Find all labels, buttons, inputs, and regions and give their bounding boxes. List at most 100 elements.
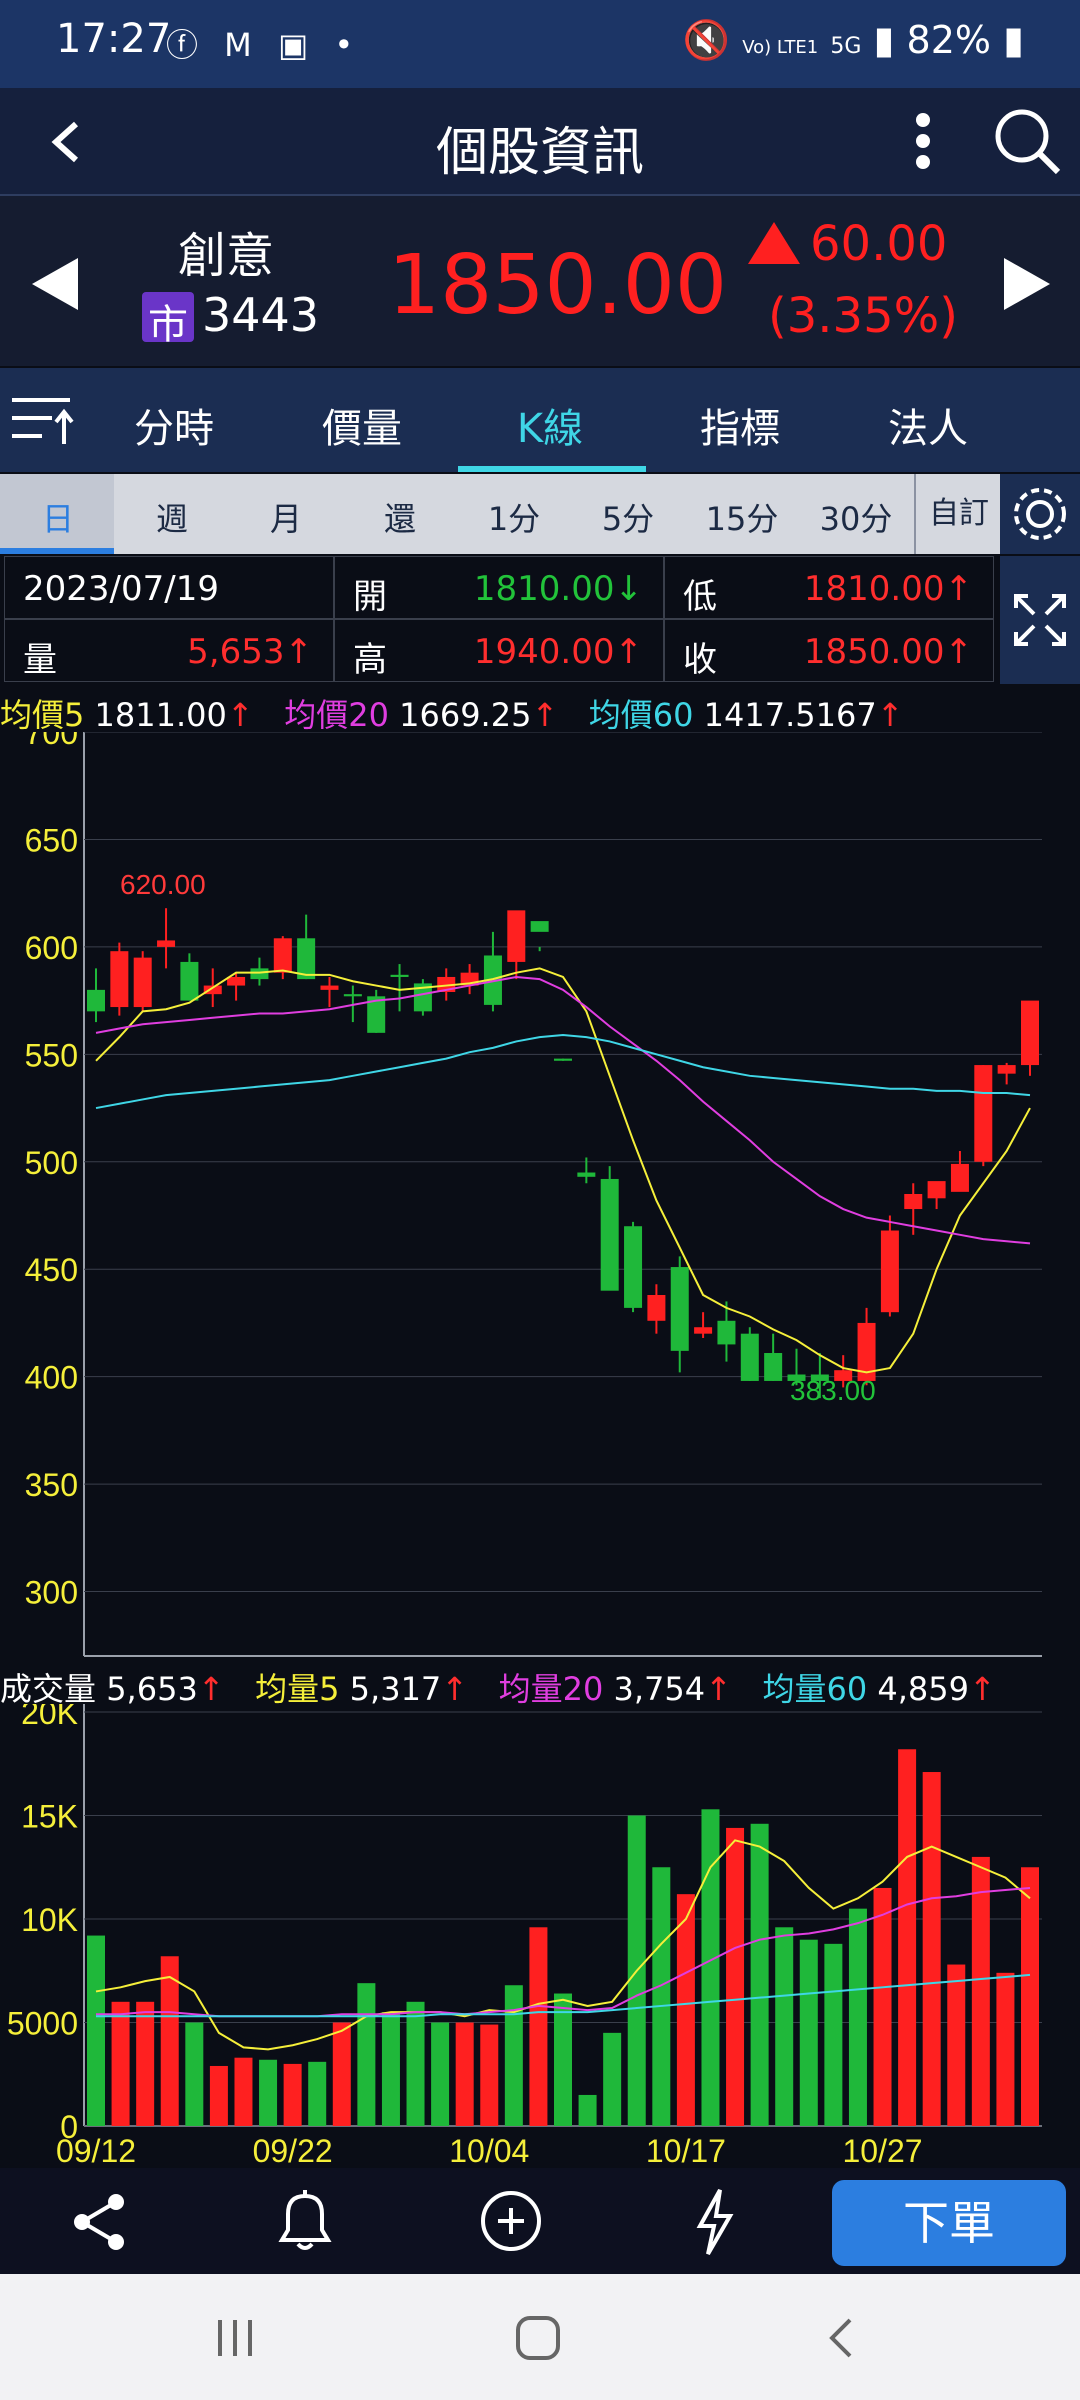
- ma20-line: [95, 975, 1031, 1245]
- candle-body: [764, 1353, 783, 1381]
- candle-body: [717, 1320, 736, 1345]
- share-icon[interactable]: [68, 2190, 132, 2254]
- candle-body: [273, 938, 292, 973]
- ma5-value: 1811.00: [94, 696, 227, 734]
- price-chart[interactable]: 700 650 600 550 500 450 400 350 300 620.00 383.00: [0, 732, 1080, 1660]
- volume-tick-label: 20K: [21, 1704, 78, 1731]
- date-label: 10/27: [842, 2133, 922, 2168]
- period-month[interactable]: 月: [230, 494, 342, 540]
- volume-bar: [357, 1983, 376, 2126]
- vma5-label: 均量5: [255, 1670, 340, 1708]
- candle-body: [997, 1065, 1016, 1074]
- volume-bar: [578, 2094, 597, 2126]
- volume-tick-label: 15K: [21, 1799, 78, 1835]
- open-value: 1810.00↓: [473, 569, 643, 609]
- candle-body: [390, 974, 409, 977]
- date-label: 09/12: [56, 2133, 136, 2168]
- candle-body: [950, 1163, 969, 1192]
- back-nav-icon[interactable]: [820, 2314, 864, 2362]
- volume-current: 5,653: [106, 1670, 198, 1708]
- mute-icon: 🔇: [682, 18, 731, 62]
- tab-institutional[interactable]: 法人: [848, 396, 1008, 454]
- vma20-label: 均量20: [498, 1670, 604, 1708]
- ma20-label: 均價20: [284, 696, 389, 734]
- ma60-label: 均價60: [588, 696, 694, 734]
- period-day[interactable]: 日: [2, 494, 114, 540]
- tab-price-volume[interactable]: 價量: [282, 396, 442, 454]
- volume-value: 5,653↑: [187, 632, 313, 672]
- network-label: Vo) LTE1: [742, 37, 819, 58]
- home-icon[interactable]: [512, 2312, 564, 2364]
- settings-gear-icon[interactable]: [1000, 474, 1080, 554]
- tab-indicators[interactable]: 指標: [660, 396, 820, 454]
- period-30min[interactable]: 30分: [800, 494, 912, 540]
- period-selector: 日 週 月 還 1分 5分 15分 30分 自訂: [0, 474, 1000, 554]
- price-tick-label: 300: [25, 1575, 78, 1611]
- candle-body: [880, 1230, 899, 1313]
- high-label: 高: [353, 640, 387, 680]
- candle-body: [157, 940, 176, 947]
- volume-bar: [504, 1985, 523, 2126]
- market-badge: 市: [142, 292, 194, 348]
- date-label: 10/17: [646, 2133, 726, 2168]
- candle-body: [320, 985, 339, 990]
- tab-kline[interactable]: K線: [470, 396, 630, 454]
- high-value: 1940.00↑: [473, 632, 643, 672]
- candle-body: [250, 968, 269, 980]
- period-custom[interactable]: 自訂: [914, 474, 1002, 554]
- stock-name: 創意: [178, 228, 275, 284]
- next-stock-arrow[interactable]: [1004, 258, 1050, 310]
- volume-tick-label: 10K: [21, 1902, 78, 1938]
- app-header: 個股資訊: [0, 88, 1080, 196]
- fullscreen-icon[interactable]: [1000, 556, 1080, 684]
- recent-apps-icon[interactable]: [210, 2314, 260, 2362]
- date-label: 10/04: [449, 2133, 529, 2168]
- stock-price: 1850.00: [388, 238, 728, 333]
- bottom-toolbar: 下單: [0, 2168, 1080, 2274]
- volume-bar: [947, 1964, 966, 2126]
- volume-bar: [431, 2022, 450, 2126]
- volume-bar: [455, 2022, 474, 2126]
- period-15min[interactable]: 15分: [686, 494, 798, 540]
- notification-icons: ⓕ M ▣ •: [166, 26, 362, 64]
- price-tick-label: 450: [25, 1252, 78, 1288]
- search-icon[interactable]: [990, 104, 1064, 178]
- volume-bar: [996, 1972, 1015, 2126]
- period-day-underline: [0, 548, 114, 554]
- tab-time-share[interactable]: 分時: [94, 396, 254, 454]
- candle-body: [180, 961, 199, 1001]
- volume-bar: [652, 1867, 671, 2126]
- price-change: 60.00: [810, 216, 948, 272]
- prev-stock-arrow[interactable]: [32, 258, 78, 310]
- info-date: 2023/07/19: [23, 569, 219, 609]
- volume-bar: [209, 2065, 228, 2126]
- period-adjusted[interactable]: 還: [344, 494, 456, 540]
- candle-body: [647, 1294, 666, 1321]
- status-time: 17:27: [56, 16, 172, 62]
- period-5min[interactable]: 5分: [572, 494, 684, 540]
- volume-label: 量: [23, 640, 57, 680]
- volume-bar: [259, 2059, 278, 2126]
- candle-body: [927, 1181, 946, 1199]
- volume-bar: [529, 1927, 548, 2126]
- system-navigation-bar: [0, 2274, 1080, 2400]
- vma5-value: 5,317: [349, 1670, 442, 1708]
- order-button[interactable]: 下單: [832, 2180, 1066, 2266]
- volume-bar: [234, 2057, 253, 2126]
- volume-bar: [824, 1943, 843, 2126]
- period-week[interactable]: 週: [116, 494, 228, 540]
- volume-bar: [922, 1772, 941, 2126]
- tab-bar: 分時 價量 K線 指標 法人: [0, 368, 1080, 472]
- volume-chart[interactable]: 20K15K10K5000009/12 09/22 10/04 10/17 10/27: [0, 1704, 1080, 2168]
- bell-icon[interactable]: [272, 2186, 338, 2256]
- lightning-icon[interactable]: [690, 2186, 740, 2258]
- tab-list-icon[interactable]: [8, 390, 78, 450]
- add-circle-icon[interactable]: [478, 2188, 544, 2254]
- vma20-value: 3,754: [613, 1670, 706, 1708]
- volume-bar: [701, 1809, 720, 2126]
- more-menu-icon[interactable]: [900, 106, 946, 176]
- period-1min[interactable]: 1分: [458, 494, 570, 540]
- low-label: 低: [683, 577, 717, 617]
- volume-bar: [332, 2022, 351, 2126]
- info-close-cell: 收 1850.00↑: [664, 619, 994, 682]
